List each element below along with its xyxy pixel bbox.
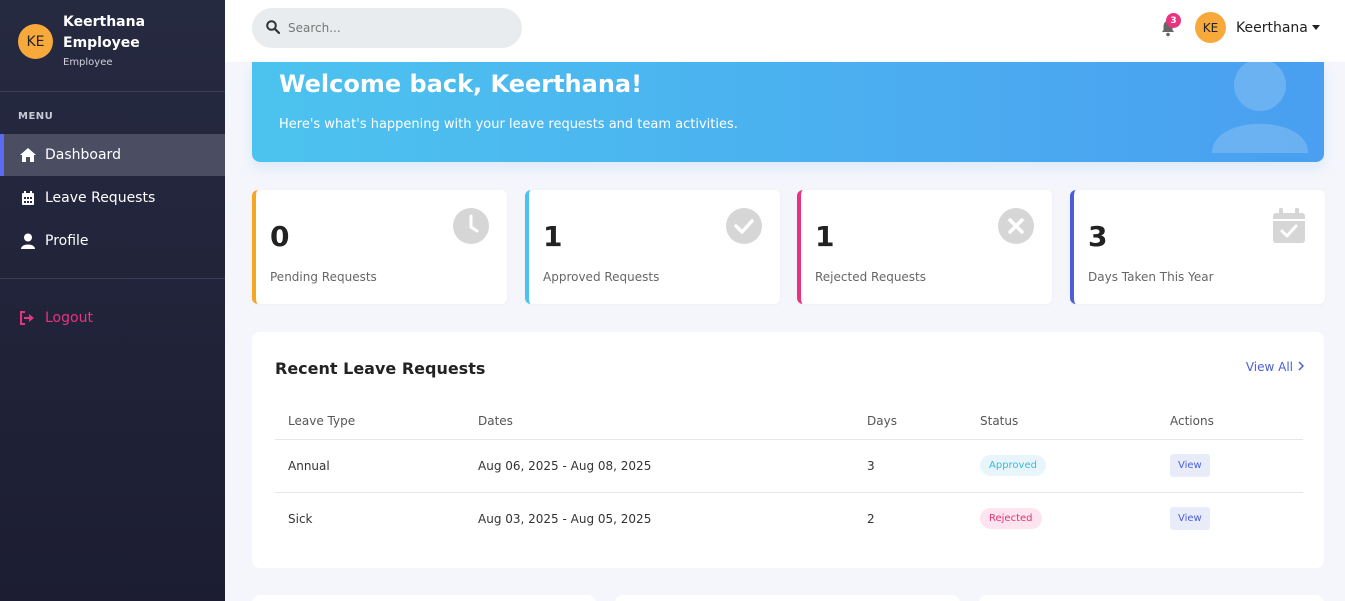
logout-label: Logout bbox=[45, 310, 93, 326]
logout-icon bbox=[18, 309, 37, 327]
panel-title: Recent Leave Requests bbox=[275, 359, 486, 378]
column-header: Actions bbox=[1157, 404, 1303, 440]
view-button[interactable]: View bbox=[1170, 507, 1210, 531]
stat-card-days-taken: 3 Days Taken This Year bbox=[1070, 190, 1325, 304]
caret-down-icon bbox=[1311, 25, 1320, 30]
stat-label: Days Taken This Year bbox=[1088, 270, 1214, 284]
welcome-title: Welcome back, Keerthana! bbox=[279, 70, 643, 98]
days-cell: 2 bbox=[867, 511, 875, 526]
welcome-subtitle: Here's what's happening with your leave … bbox=[279, 117, 738, 132]
sidebar-user-role: Employee bbox=[63, 57, 113, 68]
chevron-right-icon bbox=[1298, 360, 1305, 374]
stat-label: Approved Requests bbox=[543, 270, 660, 284]
recent-leave-requests-panel: Recent Leave Requests View All Leave Typ… bbox=[252, 332, 1324, 568]
table-row: Sick Aug 03, 2025 - Aug 05, 2025 2 Rejec… bbox=[275, 492, 1303, 545]
leave-requests-table: Leave Type Dates Days Status Actions Ann… bbox=[275, 404, 1303, 545]
search-box[interactable] bbox=[252, 8, 522, 48]
clock-icon bbox=[453, 208, 489, 244]
search-input[interactable] bbox=[288, 21, 488, 35]
sidebar-item-leave-requests[interactable]: Leave Requests bbox=[0, 177, 225, 219]
leave-type-cell: Annual bbox=[275, 439, 465, 493]
dates-cell: Aug 06, 2025 - Aug 08, 2025 bbox=[465, 439, 854, 493]
column-header: Days bbox=[854, 404, 967, 440]
top-bar: 3 KE Keerthana bbox=[225, 0, 1345, 62]
calendar-icon bbox=[18, 189, 37, 207]
bottom-card bbox=[252, 595, 596, 601]
stat-card-rejected: 1 Rejected Requests bbox=[797, 190, 1052, 304]
welcome-banner: Welcome back, Keerthana! Here's what's h… bbox=[252, 62, 1324, 162]
view-all-link[interactable]: View All bbox=[1245, 360, 1305, 374]
status-cell: Approved bbox=[967, 439, 1157, 493]
sidebar: KE Keerthana Employee Employee MENU Dash… bbox=[0, 0, 225, 601]
bottom-card bbox=[979, 595, 1324, 601]
logout-link[interactable]: Logout bbox=[0, 309, 225, 327]
status-cell: Rejected bbox=[967, 492, 1157, 545]
avatar: KE bbox=[18, 24, 53, 59]
leave-type-cell: Sick bbox=[288, 511, 313, 526]
status-badge: Approved bbox=[980, 455, 1046, 476]
check-circle-icon bbox=[726, 208, 762, 244]
dates-cell: Aug 03, 2025 - Aug 05, 2025 bbox=[478, 511, 652, 526]
sidebar-divider bbox=[0, 278, 225, 279]
view-all-label: View All bbox=[1245, 360, 1293, 374]
column-header: Leave Type bbox=[275, 404, 465, 440]
sidebar-item-profile[interactable]: Profile bbox=[0, 220, 225, 262]
stat-value: 1 bbox=[815, 220, 835, 253]
bottom-card bbox=[615, 595, 960, 601]
actions-cell: View bbox=[1157, 492, 1303, 545]
stat-value: 0 bbox=[270, 220, 290, 253]
stat-card-pending: 0 Pending Requests bbox=[252, 190, 507, 304]
avatar: KE bbox=[1195, 12, 1226, 43]
notification-badge: 3 bbox=[1166, 13, 1181, 28]
sidebar-item-label: Leave Requests bbox=[45, 190, 156, 206]
menu-title: MENU bbox=[18, 111, 54, 122]
column-header: Dates bbox=[465, 404, 854, 440]
stat-label: Pending Requests bbox=[270, 270, 377, 284]
user-menu[interactable]: KE Keerthana bbox=[1195, 12, 1320, 43]
stat-value: 1 bbox=[543, 220, 563, 253]
table-row: Annual Aug 06, 2025 - Aug 08, 2025 3 App… bbox=[275, 439, 1303, 493]
sidebar-user-name: Keerthana Employee bbox=[63, 14, 146, 51]
stat-card-approved: 1 Approved Requests bbox=[525, 190, 780, 304]
days-cell: 3 bbox=[854, 439, 967, 493]
calendar-check-icon bbox=[1271, 208, 1307, 244]
status-badge: Rejected bbox=[980, 508, 1042, 530]
home-icon bbox=[18, 146, 37, 164]
column-header: Status bbox=[967, 404, 1157, 440]
user-icon bbox=[18, 232, 37, 250]
x-circle-icon bbox=[998, 208, 1034, 244]
actions-cell: View bbox=[1157, 439, 1303, 493]
view-button[interactable]: View bbox=[1170, 454, 1210, 477]
user-name: Keerthana bbox=[1236, 19, 1308, 36]
stat-label: Rejected Requests bbox=[815, 270, 927, 284]
table-header-row: Leave Type Dates Days Status Actions bbox=[275, 404, 1303, 440]
search-icon bbox=[266, 19, 281, 38]
sidebar-item-label: Profile bbox=[45, 233, 89, 249]
stat-value: 3 bbox=[1088, 220, 1108, 253]
sidebar-item-label: Dashboard bbox=[45, 147, 121, 163]
user-silhouette-icon bbox=[1210, 62, 1310, 161]
sidebar-item-dashboard[interactable]: Dashboard bbox=[0, 134, 225, 176]
sidebar-user: KE Keerthana Employee Employee bbox=[0, 0, 225, 92]
